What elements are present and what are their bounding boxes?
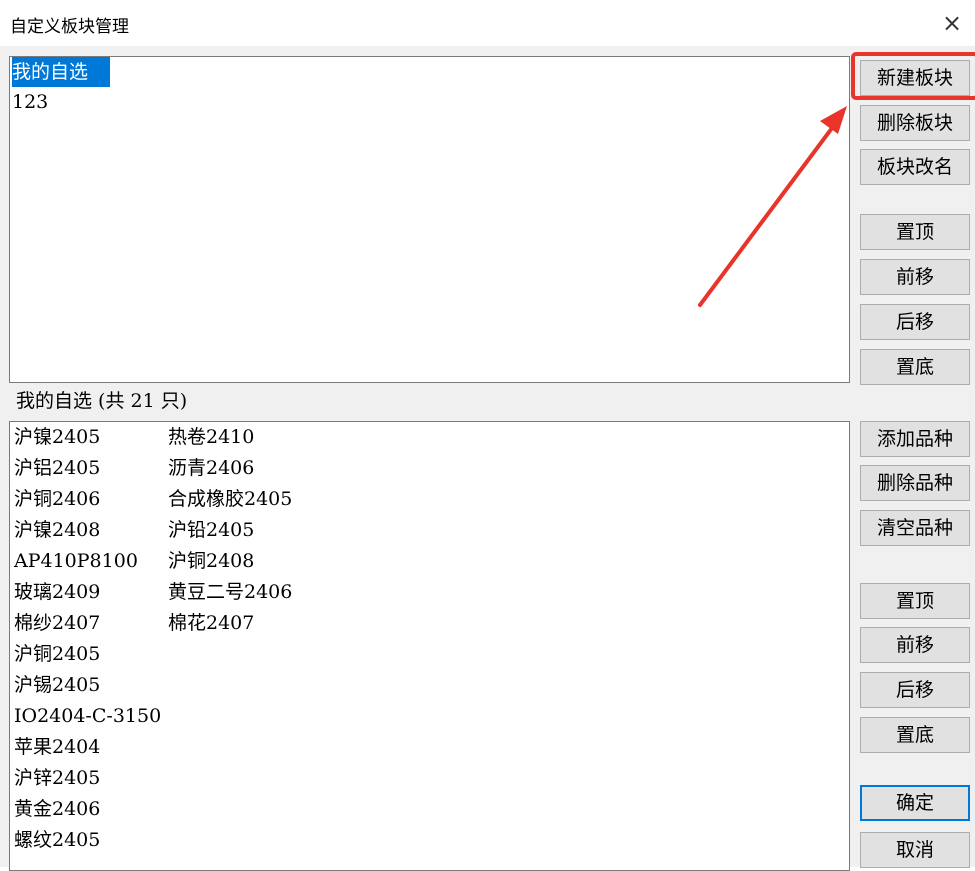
annotation-highlight-box xyxy=(851,52,975,100)
stock-item[interactable]: 沥青2406 xyxy=(166,453,292,484)
title-bar: 自定义板块管理 × xyxy=(0,0,975,46)
delete-sector-button[interactable]: 删除板块 xyxy=(860,105,970,141)
stock-item[interactable]: 沪锡2405 xyxy=(12,670,161,701)
stock-item[interactable]: IO2404-C-3150 xyxy=(12,701,161,732)
stock-item[interactable]: 沪铅2405 xyxy=(166,515,292,546)
sector-list[interactable]: 我的自选 123 xyxy=(9,56,850,383)
sector-up-button[interactable]: 前移 xyxy=(860,259,970,295)
rename-sector-button[interactable]: 板块改名 xyxy=(860,149,970,185)
cancel-button[interactable]: 取消 xyxy=(860,832,970,868)
stock-item[interactable]: 沪铝2405 xyxy=(12,453,161,484)
sector-item[interactable]: 123 xyxy=(10,87,849,117)
stock-count-label: 我的自选 (共 21 只) xyxy=(16,390,188,412)
stock-item[interactable]: 沪铜2408 xyxy=(166,546,292,577)
sector-item-label: 123 xyxy=(12,91,49,113)
stock-column-b: 热卷2410 沥青2406 合成橡胶2405 沪铅2405 沪铜2408 黄豆二… xyxy=(166,422,292,639)
close-icon[interactable]: × xyxy=(937,8,967,38)
dialog-body: 我的自选 123 新建板块 删除板块 板块改名 置顶 前移 后移 置底 我的自选… xyxy=(0,46,975,871)
clear-stock-button[interactable]: 清空品种 xyxy=(860,510,970,546)
stock-bottom-button[interactable]: 置底 xyxy=(860,717,970,753)
sector-bottom-button[interactable]: 置底 xyxy=(860,349,970,385)
stock-item[interactable]: AP410P8100 xyxy=(12,546,161,577)
stock-item[interactable]: 棉纱2407 xyxy=(12,608,161,639)
stock-item[interactable]: 热卷2410 xyxy=(166,422,292,453)
sector-down-button[interactable]: 后移 xyxy=(860,304,970,340)
stock-top-button[interactable]: 置顶 xyxy=(860,583,970,619)
window-title: 自定义板块管理 xyxy=(10,17,129,37)
stock-list[interactable]: 沪镍2405 沪铝2405 沪铜2406 沪镍2408 AP410P8100 玻… xyxy=(9,421,850,871)
sector-top-button[interactable]: 置顶 xyxy=(860,214,970,250)
ok-button[interactable]: 确定 xyxy=(860,785,970,821)
stock-item[interactable]: 沪铜2405 xyxy=(12,639,161,670)
add-stock-button[interactable]: 添加品种 xyxy=(860,421,970,457)
stock-up-button[interactable]: 前移 xyxy=(860,627,970,663)
stock-item[interactable]: 苹果2404 xyxy=(12,732,161,763)
stock-down-button[interactable]: 后移 xyxy=(860,672,970,708)
stock-item[interactable]: 黄豆二号2406 xyxy=(166,577,292,608)
stock-item[interactable]: 沪铜2406 xyxy=(12,484,161,515)
delete-stock-button[interactable]: 删除品种 xyxy=(860,465,970,501)
stock-item[interactable]: 螺纹2405 xyxy=(12,825,161,856)
stock-item[interactable]: 玻璃2409 xyxy=(12,577,161,608)
stock-item[interactable]: 沪锌2405 xyxy=(12,763,161,794)
sector-item-label: 我的自选 xyxy=(12,57,111,87)
stock-item[interactable]: 沪镍2405 xyxy=(12,422,161,453)
stock-item[interactable]: 黄金2406 xyxy=(12,794,161,825)
stock-item[interactable]: 合成橡胶2405 xyxy=(166,484,292,515)
stock-item[interactable]: 沪镍2408 xyxy=(12,515,161,546)
stock-item[interactable]: 棉花2407 xyxy=(166,608,292,639)
sector-item-selected[interactable]: 我的自选 xyxy=(10,57,849,87)
stock-column-a: 沪镍2405 沪铝2405 沪铜2406 沪镍2408 AP410P8100 玻… xyxy=(12,422,161,856)
